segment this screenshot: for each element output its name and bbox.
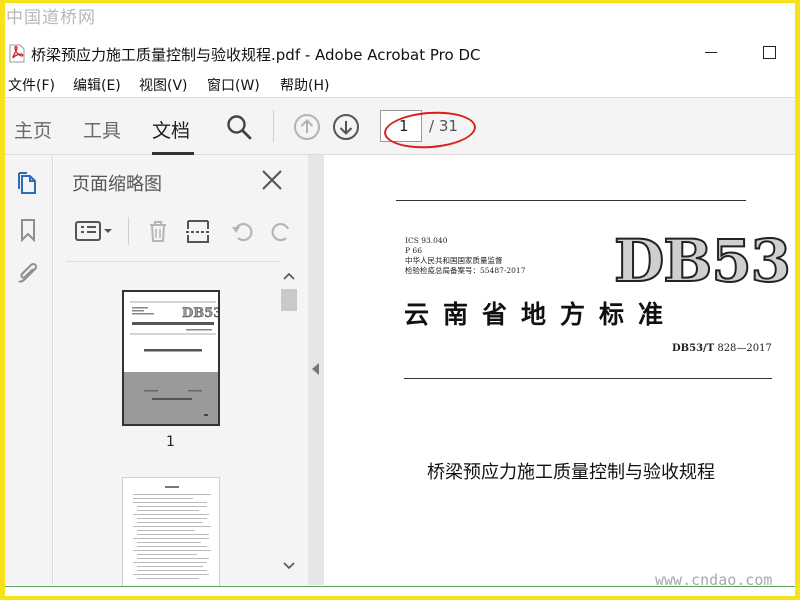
cover-metadata: ICS 93.040 P 66 中华人民共和国国家质量监督 检验检疫总局备案号：… [405, 236, 525, 276]
meta-authority: 中华人民共和国国家质量监督 [405, 256, 503, 265]
page-thumbnail-2[interactable] [122, 477, 220, 587]
scroll-thumb[interactable] [281, 289, 297, 311]
thumbnail-preview: DB53 [124, 301, 220, 424]
meta-record-no: 检验检疫总局备案号：55487-2017 [405, 266, 526, 275]
rotate-right-icon[interactable] [268, 217, 296, 245]
minimize-button[interactable] [697, 40, 727, 64]
menu-bar: 文件(F) 编辑(E) 视图(V) 窗口(W) 帮助(H) [5, 72, 795, 96]
close-icon[interactable] [259, 167, 285, 193]
frame-top [0, 0, 800, 34]
thumbnail-tools [72, 213, 292, 249]
thumbnail-page-number: 1 [166, 434, 175, 450]
document-view: ICS 93.040 P 66 中华人民共和国国家质量监督 检验检疫总局备案号：… [324, 155, 795, 585]
standard-number-prefix: DB53/T [672, 343, 715, 354]
tools-separator [128, 217, 129, 245]
toolbar-separator [273, 110, 274, 142]
maximize-button[interactable] [755, 40, 785, 64]
standard-code: DB53 [613, 226, 792, 296]
standard-title: 云南省地方标准 [404, 300, 678, 329]
frame-border-left [0, 0, 5, 600]
menu-window[interactable]: 窗口(W) [207, 75, 260, 95]
cover-top-rule [396, 200, 746, 201]
tab-document[interactable]: 文档 [152, 116, 190, 143]
thumbnail-list: DB53 1 [66, 261, 280, 587]
panel-title: 页面缩略图 [72, 174, 162, 195]
standard-number-value: 828—2017 [717, 343, 772, 354]
thumbnail-preview-toc [133, 486, 211, 579]
title-bar: 桥梁预应力施工质量控制与验收规程.pdf - Adobe Acrobat Pro… [5, 36, 795, 70]
standard-number: DB53/T 828—2017 [672, 343, 772, 354]
page-thumbnails-icon[interactable] [15, 170, 41, 196]
menu-file[interactable]: 文件(F) [8, 75, 55, 95]
page-thumbnails-panel: 页面缩略图 DB53 1 [54, 155, 308, 587]
document-heading: 桥梁预应力施工质量控制与验收规程 [427, 462, 715, 483]
frame-border-bottom [0, 596, 800, 600]
menu-view[interactable]: 视图(V) [139, 75, 188, 95]
frame-border-right [795, 0, 800, 600]
menu-edit[interactable]: 编辑(E) [73, 75, 121, 95]
previous-page-icon[interactable] [293, 113, 321, 141]
menu-help[interactable]: 帮助(H) [280, 75, 329, 95]
collapse-arrow-icon[interactable] [312, 363, 319, 375]
rotate-left-icon[interactable] [228, 217, 256, 245]
window-title: 桥梁预应力施工质量控制与验收规程.pdf - Adobe Acrobat Pro… [31, 46, 481, 64]
scroll-down-icon[interactable] [283, 561, 295, 571]
bookmark-icon[interactable] [15, 217, 41, 243]
watermark-bottom: www.cndao.com [655, 571, 773, 589]
thumbnail-scrollbar[interactable] [280, 261, 298, 581]
next-page-icon[interactable] [332, 113, 360, 141]
frame-border-top [0, 0, 800, 3]
options-menu-icon[interactable] [74, 217, 116, 245]
tab-tools[interactable]: 工具 [83, 116, 121, 143]
meta-ics: ICS 93.040 [405, 236, 448, 245]
tab-home[interactable]: 主页 [14, 116, 52, 143]
extract-pages-icon[interactable] [184, 217, 212, 245]
meta-category: P 66 [405, 246, 422, 255]
cover-middle-rule [404, 378, 772, 379]
page-thumbnail-1[interactable]: DB53 [122, 290, 220, 426]
watermark-top: 中国道桥网 [6, 8, 96, 28]
attachment-icon[interactable] [15, 260, 41, 286]
delete-icon[interactable] [144, 217, 172, 245]
svg-text:DB53: DB53 [182, 306, 220, 321]
left-navigation-bar [5, 155, 53, 585]
search-icon[interactable] [225, 113, 253, 141]
scroll-up-icon[interactable] [283, 271, 295, 281]
pdf-file-icon [9, 44, 25, 63]
panel-collapse-divider[interactable] [308, 155, 324, 585]
